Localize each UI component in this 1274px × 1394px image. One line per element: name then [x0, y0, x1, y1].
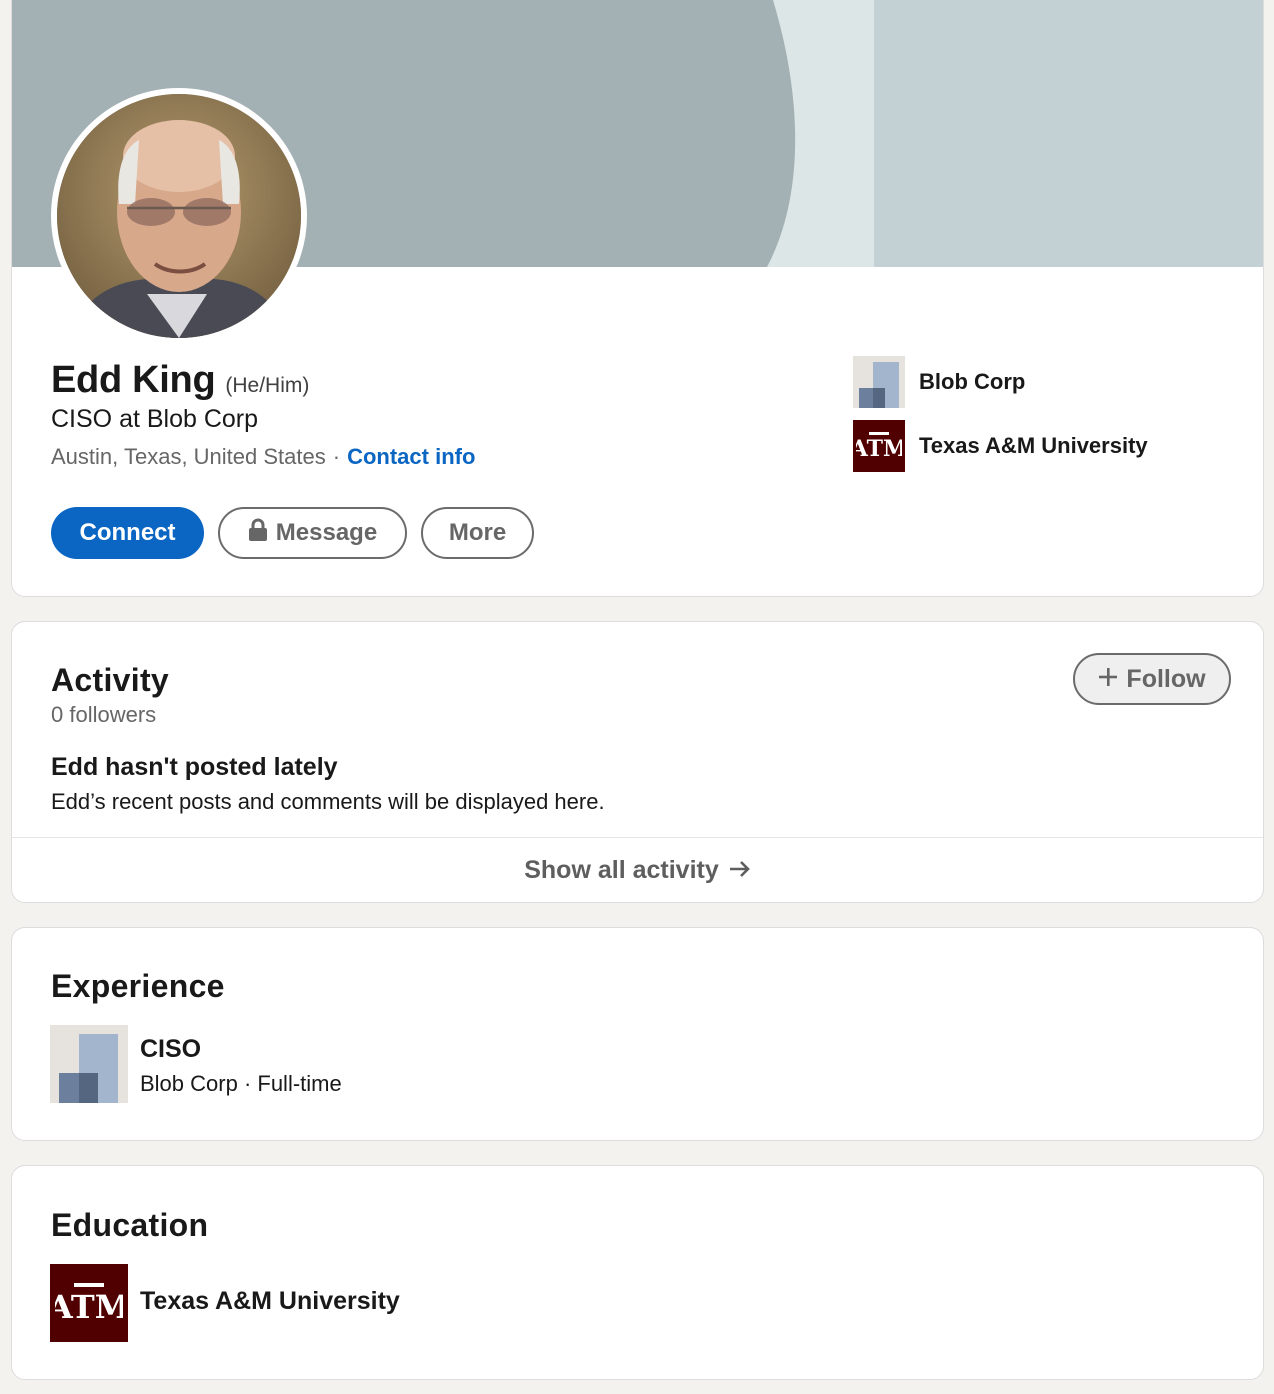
experience-details: Blob Corp · Full-time: [140, 1071, 342, 1096]
location-row: Austin, Texas, United States · Contact i…: [51, 444, 475, 470]
profile-card: Edd King (He/Him) CISO at Blob Corp Aust…: [11, 0, 1264, 597]
profile-name: Edd King: [51, 359, 216, 401]
texas-am-logo-icon: ATM: [853, 420, 905, 472]
affiliation-texas-am[interactable]: ATM Texas A&M University: [853, 420, 1148, 472]
location-separator: ·: [332, 444, 341, 469]
message-button-label: Message: [275, 519, 378, 546]
affiliation-blob-corp[interactable]: Blob Corp: [853, 356, 1148, 408]
plus-icon: [1098, 665, 1118, 694]
affiliation-label: Blob Corp: [919, 369, 1026, 394]
connect-button[interactable]: Connect: [51, 507, 204, 559]
activity-title: Activity: [51, 662, 169, 698]
activity-card: Activity 0 followers Follow Edd hasn't p…: [11, 621, 1264, 903]
profile-location: Austin, Texas, United States: [51, 444, 326, 469]
activity-empty-title: Edd hasn't posted lately: [51, 753, 338, 781]
experience-title: Experience: [51, 968, 225, 1004]
svg-text:ATM: ATM: [856, 436, 902, 462]
affiliation-label: Texas A&M University: [919, 433, 1148, 458]
followers-count: 0 followers: [51, 702, 157, 727]
profile-pronouns: (He/Him): [225, 374, 310, 397]
texas-am-logo-icon[interactable]: ATM: [50, 1264, 128, 1342]
blob-corp-logo-icon[interactable]: [50, 1025, 128, 1103]
contact-info-link[interactable]: Contact info: [347, 444, 475, 470]
profile-actions: Connect Message More: [51, 507, 534, 559]
message-button[interactable]: Message: [218, 507, 407, 559]
more-button[interactable]: More: [421, 507, 534, 559]
profile-affiliations: Blob Corp ATM Texas A&M University: [853, 356, 1148, 484]
activity-empty-subtitle: Edd’s recent posts and comments will be …: [51, 789, 605, 814]
profile-headline: CISO at Blob Corp: [51, 405, 259, 433]
follow-button-label: Follow: [1126, 664, 1206, 693]
education-card: Education ATM Texas A&M University: [11, 1165, 1264, 1380]
lock-icon: [248, 518, 268, 549]
svg-text:ATM: ATM: [55, 1288, 123, 1326]
education-school: Texas A&M University: [140, 1287, 400, 1315]
name-row: Edd King (He/Him): [51, 359, 309, 402]
education-title: Education: [51, 1207, 209, 1243]
show-all-activity-label: Show all activity: [524, 856, 719, 884]
follow-button[interactable]: Follow: [1073, 653, 1231, 705]
experience-card: Experience CISO Blob Corp · Full-time: [11, 927, 1264, 1141]
arrow-right-icon: [729, 856, 751, 885]
blob-corp-logo-icon: [853, 356, 905, 408]
experience-role: CISO: [140, 1035, 202, 1063]
profile-avatar[interactable]: [51, 88, 307, 344]
show-all-activity-link[interactable]: Show all activity: [12, 838, 1263, 902]
